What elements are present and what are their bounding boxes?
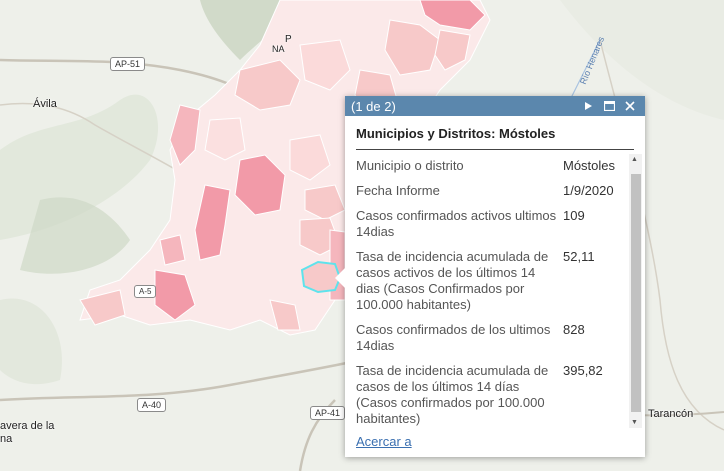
road-shield-ap51: AP-51 — [110, 57, 146, 71]
maximize-icon[interactable] — [600, 97, 618, 115]
attribute-table: Municipio o distrito Móstoles Fecha Info… — [356, 154, 618, 426]
attribute-label: Casos confirmados activos ultimos 14dias — [356, 208, 557, 239]
place-label-talavera: avera de la — [0, 420, 55, 432]
attribute-row: Tasa de incidencia acumulada de casos ac… — [356, 245, 618, 318]
popup-title: Municipios y Distritos: Móstoles — [356, 126, 634, 150]
attribute-row: Municipio o distrito Móstoles — [356, 154, 618, 179]
popup-pager: (1 de 2) — [351, 98, 396, 114]
scrollbar-thumb[interactable] — [631, 174, 641, 412]
attribute-value: 52,11 — [563, 249, 595, 264]
play-icon[interactable] — [579, 97, 597, 115]
road-shield-a40: A-40 — [137, 398, 167, 412]
scroll-down-icon[interactable]: ▼ — [631, 419, 638, 426]
attribute-value: Móstoles — [563, 158, 616, 173]
attribute-row: Casos confirmados activos ultimos 14dias… — [356, 204, 618, 245]
popup-scrollbar[interactable]: ▲ ▼ — [629, 154, 642, 428]
popup-pointer — [335, 268, 345, 288]
attribute-label: Municipio o distrito — [356, 158, 464, 173]
attribute-row: Tasa de incidencia acumulada de casos de… — [356, 359, 618, 426]
attribute-label: Fecha Informe — [356, 183, 440, 198]
popup-content[interactable]: Municipio o distrito Móstoles Fecha Info… — [356, 154, 631, 426]
attribute-value: 1/9/2020 — [563, 183, 614, 198]
attribute-label: Tasa de incidencia acumulada de casos ac… — [356, 249, 549, 312]
zoom-to-link[interactable]: Acercar a — [356, 434, 412, 449]
road-shield-ap41: AP-41 — [310, 406, 346, 420]
attribute-value: 828 — [563, 322, 585, 337]
place-label-avila: Ávila — [33, 98, 57, 110]
place-label-partial-p: P — [285, 34, 292, 45]
attribute-value: 395,82 — [563, 363, 603, 378]
attribute-label: Tasa de incidencia acumulada de casos de… — [356, 363, 549, 426]
road-shield-a5: A-5 — [134, 285, 157, 298]
place-label-talavera-2: na — [0, 433, 13, 445]
place-label-partial-na: NA — [272, 44, 285, 54]
attribute-row: Casos confirmados de los ultimos 14dias … — [356, 318, 618, 359]
attribute-row: Fecha Informe 1/9/2020 — [356, 179, 618, 204]
popup-titlebar: (1 de 2) — [345, 96, 645, 116]
feature-popup: (1 de 2) Municipios y Distritos: Móstole… — [335, 96, 645, 457]
scroll-up-icon[interactable]: ▲ — [631, 156, 638, 163]
place-label-tarancon: Tarancón — [648, 408, 694, 420]
attribute-label: Casos confirmados de los ultimos 14dias — [356, 322, 551, 353]
close-icon[interactable] — [621, 97, 639, 115]
attribute-value: 109 — [563, 208, 585, 223]
